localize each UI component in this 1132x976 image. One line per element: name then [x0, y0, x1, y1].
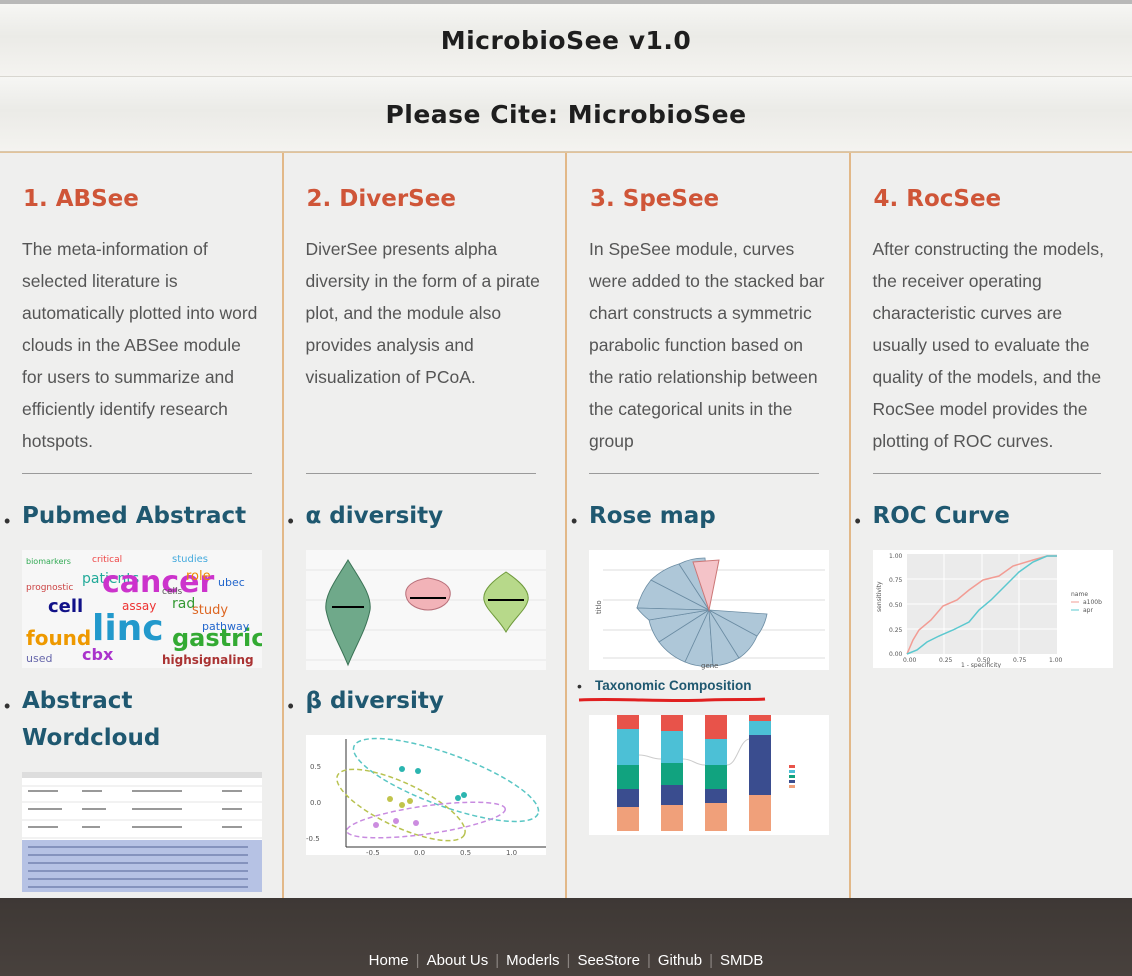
bullet-icon: •: [571, 511, 578, 531]
wordcloud-word: critical: [92, 555, 122, 565]
svg-text:a100b: a100b: [1083, 599, 1102, 606]
svg-text:sensitivity: sensitivity: [876, 581, 883, 612]
footer-separator: |: [566, 952, 571, 969]
wordcloud-word: ubec: [218, 576, 245, 589]
svg-text:0.0: 0.0: [414, 849, 425, 855]
svg-text:1.00: 1.00: [889, 553, 903, 560]
svg-text:1.00: 1.00: [1049, 657, 1063, 664]
link-abstract-wordcloud[interactable]: Abstract Wordcloud: [22, 683, 262, 757]
module-diversee: 2. DiverSee DiverSee presents alpha dive…: [284, 153, 567, 899]
footer-link-about-us[interactable]: About Us: [427, 952, 489, 969]
module-description: The meta-information of selected literat…: [22, 239, 258, 451]
footer-link-seestore[interactable]: SeeStore: [577, 952, 640, 969]
module-description: After constructing the models, the recei…: [872, 239, 1105, 451]
svg-text:name: name: [1071, 591, 1088, 598]
module-title: 4. RocSee: [873, 186, 1002, 212]
bullet-icon: •: [854, 511, 861, 531]
bullet-icon: •: [4, 696, 11, 716]
cite-banner: Please Cite: MicrobioSee: [0, 77, 1132, 152]
wordcloud-word: highsignaling: [162, 653, 254, 667]
stacked-bar-image[interactable]: [589, 715, 829, 835]
svg-text:0.25: 0.25: [939, 657, 953, 664]
module-rocsee: 4. RocSee After constructing the models,…: [851, 153, 1132, 899]
wordcloud-image[interactable]: biomarkers critical studies patients can…: [22, 550, 262, 668]
pcoa-plot-image[interactable]: 0.5 0.0 -0.5 -0.5 0.0 0.5 1.0: [305, 735, 546, 855]
wordcloud-word: role: [186, 569, 211, 584]
bullet-icon: •: [4, 511, 11, 531]
footer-link-github[interactable]: Github: [658, 952, 702, 969]
page-title: MicrobioSee v1.0: [0, 4, 1132, 77]
modules-grid: 1. ABSee The meta-information of selecte…: [0, 152, 1132, 899]
link-rose-map[interactable]: Rose map: [589, 498, 829, 535]
footer-separator: |: [495, 952, 500, 969]
svg-text:1 - specificity: 1 - specificity: [961, 662, 1001, 668]
svg-text:titlo: titlo: [595, 600, 603, 614]
wordcloud-word: study: [192, 603, 228, 618]
footer-separator: |: [646, 952, 651, 969]
wordcloud-word: linc: [92, 608, 164, 649]
footer-separator: |: [709, 952, 713, 969]
footer-link-home[interactable]: Home: [369, 952, 409, 969]
wordcloud-word: used: [26, 652, 52, 665]
module-title: 3. SpeSee: [590, 186, 720, 212]
wordcloud-word: prognostic: [26, 583, 73, 593]
svg-text:0.75: 0.75: [889, 577, 903, 584]
wordcloud-word: pathway: [202, 620, 250, 633]
bullet-icon: •: [577, 678, 582, 694]
svg-text:0.75: 0.75: [1013, 657, 1027, 664]
module-title: 1. ABSee: [23, 186, 139, 212]
svg-text:0.50: 0.50: [889, 602, 903, 609]
wordcloud-word: cells: [162, 587, 182, 597]
rose-map-image[interactable]: titlo gene: [589, 550, 829, 670]
svg-text:apr: apr: [1083, 607, 1093, 614]
footer-separator: |: [415, 952, 420, 969]
footer-link-models[interactable]: Moderls: [506, 952, 559, 969]
divider: [305, 473, 536, 474]
wordcloud-word: cell: [48, 596, 83, 617]
bullet-icon: •: [287, 696, 294, 716]
link-alpha-diversity[interactable]: α diversity: [306, 498, 546, 535]
module-spesee: 3. SpeSee In SpeSee module, curves were …: [567, 153, 851, 899]
link-pubmed-abstract[interactable]: Pubmed Abstract: [22, 498, 262, 535]
divider: [589, 473, 819, 474]
svg-text:0.5: 0.5: [460, 849, 471, 855]
footer-link-smdb[interactable]: SMDB: [720, 952, 763, 969]
module-title: 2. DiverSee: [306, 186, 456, 212]
divider: [872, 473, 1101, 474]
link-taxonomic-composition[interactable]: Taxonomic Composition: [595, 678, 752, 693]
module-description: DiverSee presents alpha diversity in the…: [305, 239, 540, 387]
svg-text:0.00: 0.00: [903, 657, 917, 664]
svg-text:-0.5: -0.5: [306, 835, 320, 843]
svg-text:gene: gene: [701, 662, 719, 670]
svg-text:0.5: 0.5: [310, 763, 321, 771]
svg-text:0.0: 0.0: [310, 799, 321, 807]
module-absee: 1. ABSee The meta-information of selecte…: [0, 153, 284, 899]
underline-annotation: [578, 697, 766, 703]
wordcloud-word: studies: [172, 554, 208, 565]
pirate-plot-image[interactable]: [305, 550, 546, 670]
module-description: In SpeSee module, curves were added to t…: [589, 239, 825, 451]
link-beta-diversity[interactable]: β diversity: [306, 683, 546, 720]
svg-text:1.0: 1.0: [506, 849, 517, 855]
svg-text:-0.5: -0.5: [366, 849, 380, 855]
roc-curve-image[interactable]: 1.00 0.75 0.50 0.25 0.00 0.00 0.25 0.50 0.75 1.00…: [872, 550, 1113, 668]
divider: [22, 473, 252, 474]
bullet-icon: •: [287, 511, 294, 531]
svg-text:0.25: 0.25: [889, 627, 903, 634]
abstract-table-image[interactable]: [22, 772, 262, 892]
link-roc-curve[interactable]: ROC Curve: [873, 498, 1113, 535]
footer-nav: Home | About Us | Moderls | SeeStore | Github | SM…: [0, 952, 1132, 969]
svg-text:0.00: 0.00: [889, 651, 903, 658]
wordcloud-word: biomarkers: [26, 557, 71, 566]
wordcloud-word: cbx: [82, 645, 114, 664]
